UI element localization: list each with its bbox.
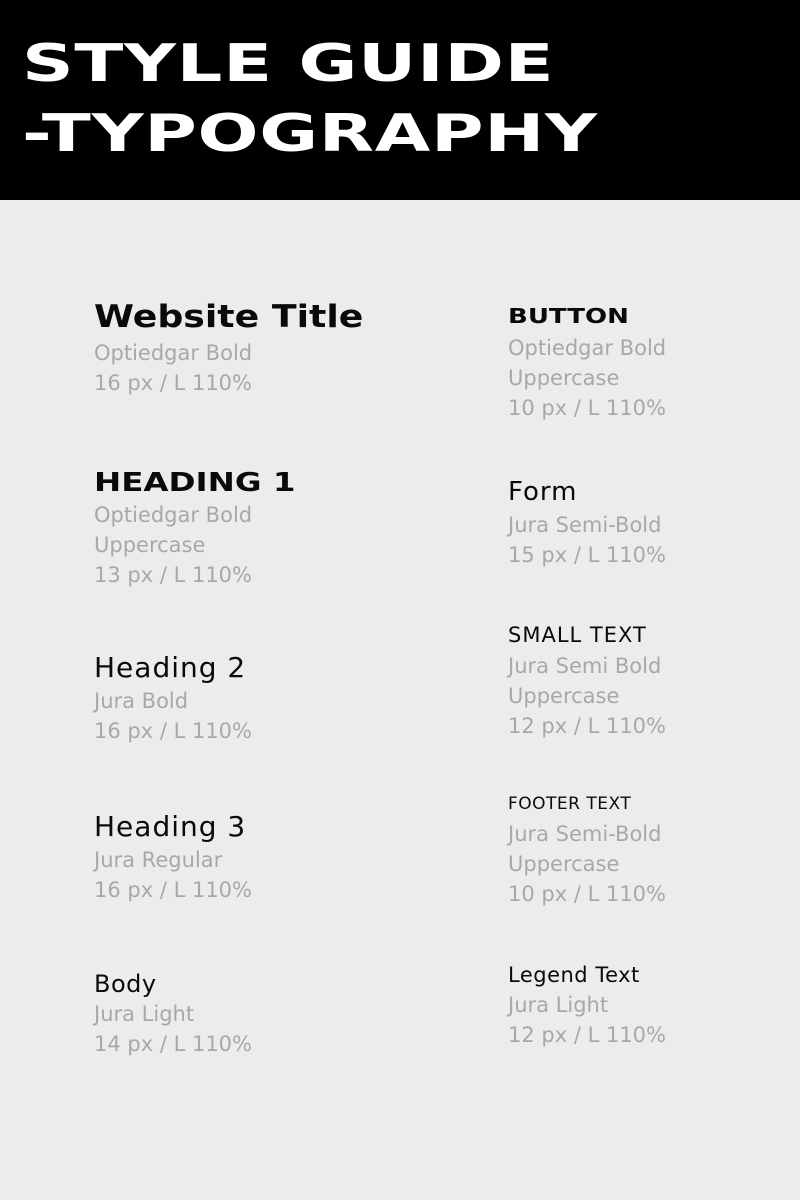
spec-font: Jura Semi Bold <box>508 654 662 679</box>
spec-heading-3: Heading 3 Jura Regular 16 px / L 110% <box>94 810 252 905</box>
spec-small-text: SMALL TEXT Jura Semi Bold Uppercase 12 p… <box>508 623 666 741</box>
spec-font: Jura Light <box>508 993 609 1018</box>
spec-size: 16 px / L 110% <box>94 877 252 902</box>
page-title-line-2: -TYPOGRAPHY <box>22 104 598 164</box>
spec-size: 10 px / L 110% <box>508 881 666 906</box>
spec-font: Jura Regular <box>94 847 223 872</box>
sample-footer-text: FOOTER TEXT <box>508 794 632 814</box>
spec-legend-text: Legend Text Jura Light 12 px / L 110% <box>508 963 666 1050</box>
spec-size: 16 px / L 110% <box>94 718 252 743</box>
spec-font: Optiedgar Bold <box>94 502 253 527</box>
spec-button: BUTTON Optiedgar Bold Uppercase 10 px / … <box>508 305 666 423</box>
spec-font: Jura Bold <box>94 688 189 713</box>
spec-heading-2: Heading 2 Jura Bold 16 px / L 110% <box>94 651 252 746</box>
sample-heading-2: Heading 2 <box>94 651 247 684</box>
spec-font: Jura Semi-Bold <box>508 512 662 537</box>
sample-heading-1: HEADING 1 <box>94 468 296 498</box>
page-title-line-1: STYLE GUIDE <box>22 34 555 94</box>
spec-case: Uppercase <box>508 366 620 390</box>
spec-size: 14 px / L 110% <box>94 1032 252 1057</box>
spec-form: Form Jura Semi-Bold 15 px / L 110% <box>508 478 666 570</box>
spec-font: Optiedgar Bold <box>508 336 667 360</box>
page-header: STYLE GUIDE -TYPOGRAPHY <box>0 0 800 200</box>
spec-size: 10 px / L 110% <box>508 396 666 420</box>
spec-size: 12 px / L 110% <box>508 1023 666 1048</box>
spec-font: Optiedgar Bold <box>94 341 253 366</box>
spec-font: Jura Light <box>94 1002 195 1027</box>
spec-website-title: Website Title Optiedgar Bold 16 px / L 1… <box>94 300 363 398</box>
sample-legend-text: Legend Text <box>508 963 640 987</box>
spec-case: Uppercase <box>94 532 206 557</box>
sample-button: BUTTON <box>508 304 629 328</box>
spec-size: 15 px / L 110% <box>508 542 666 567</box>
sample-heading-3: Heading 3 <box>94 810 247 843</box>
spec-size: 12 px / L 110% <box>508 714 666 739</box>
spec-size: 13 px / L 110% <box>94 562 252 587</box>
spec-case: Uppercase <box>508 851 620 876</box>
sample-small-text: SMALL TEXT <box>508 623 647 647</box>
spec-size: 16 px / L 110% <box>94 371 252 396</box>
spec-body: Body Jura Light 14 px / L 110% <box>94 971 252 1059</box>
spec-footer-text: FOOTER TEXT Jura Semi-Bold Uppercase 10 … <box>508 795 666 909</box>
spec-font: Jura Semi-Bold <box>508 821 662 846</box>
spec-heading-1: HEADING 1 Optiedgar Bold Uppercase 13 px… <box>94 469 295 590</box>
spec-case: Uppercase <box>508 684 620 709</box>
sample-body: Body <box>94 970 157 998</box>
sample-website-title: Website Title <box>94 299 364 335</box>
sample-form: Form <box>508 477 578 507</box>
